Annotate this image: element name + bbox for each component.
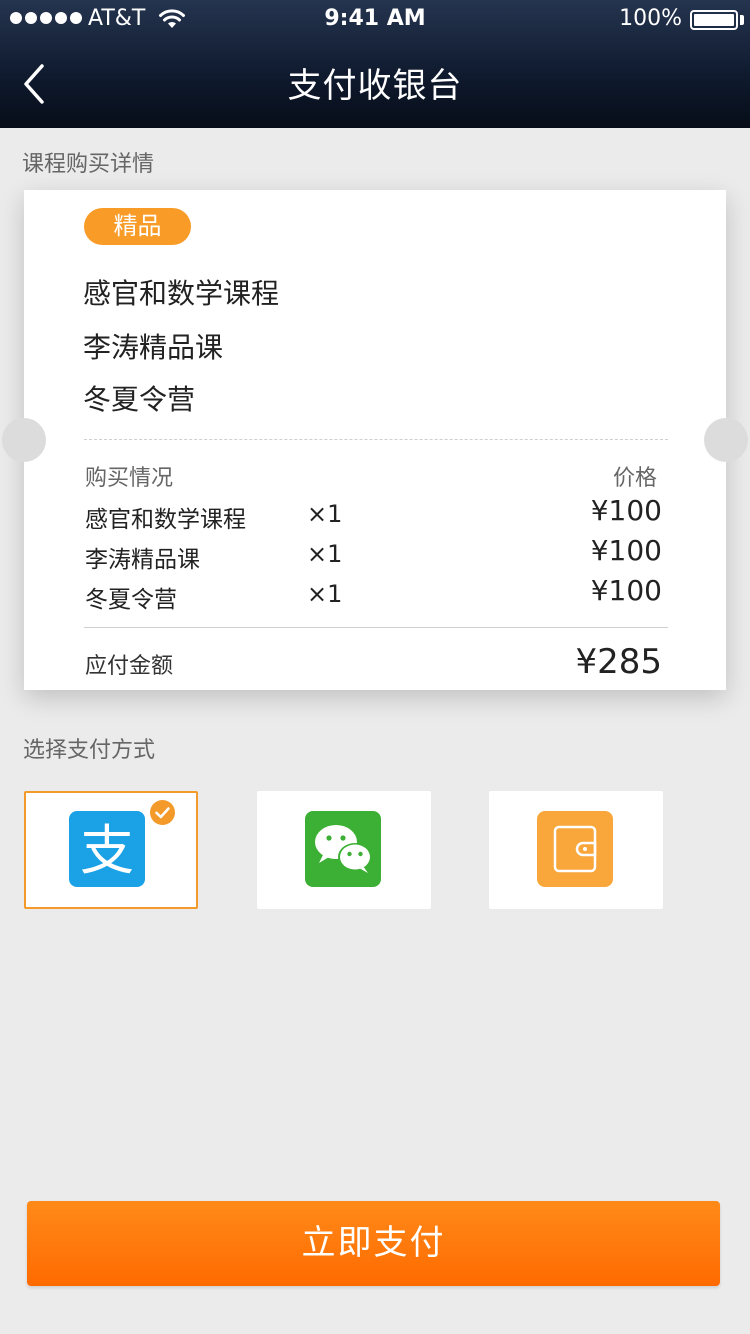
dashed-divider xyxy=(84,439,668,440)
price-column-header: 价格 xyxy=(612,466,657,491)
order-row: 李涛精品课 ×1 ¥100 xyxy=(24,534,726,573)
battery-tip xyxy=(740,15,744,25)
item-name: 感官和数学课程 xyxy=(85,507,246,533)
amount-due-label: 应付金额 xyxy=(85,654,174,679)
course-title: 感官和数学课程 xyxy=(83,277,280,310)
course-title: 冬夏令营 xyxy=(83,383,196,416)
order-row: 冬夏令营 ×1 ¥100 xyxy=(24,574,726,613)
page-title: 支付收银台 xyxy=(287,66,463,106)
course-title: 李涛精品课 xyxy=(83,331,224,364)
item-price: ¥100 xyxy=(590,574,662,607)
order-detail-card: 精品 感官和数学课程 李涛精品课 冬夏令营 购买情况 价格 感官和数学课程 ×1… xyxy=(24,190,726,690)
pay-option-wechat[interactable] xyxy=(257,791,431,909)
pay-now-button[interactable]: 立即支付 xyxy=(27,1201,720,1286)
total-divider xyxy=(84,627,668,628)
app-header: AT&T 9:41 AM 100% 支付收银台 xyxy=(0,0,750,128)
item-name: 李涛精品课 xyxy=(85,547,200,573)
ticket-notch-right xyxy=(704,418,748,462)
payment-method-label: 选择支付方式 xyxy=(23,738,156,763)
pay-option-alipay[interactable]: 支 xyxy=(24,791,198,909)
amount-due-value: ¥285 xyxy=(575,642,662,682)
order-row: 感官和数学课程 ×1 ¥100 xyxy=(24,494,726,533)
svg-text:支: 支 xyxy=(80,819,134,882)
wallet-icon xyxy=(537,811,613,887)
item-quantity: ×1 xyxy=(307,580,343,608)
battery-percent: 100% xyxy=(619,6,682,31)
item-name: 冬夏令营 xyxy=(85,587,177,613)
wechat-pay-icon xyxy=(305,811,381,887)
item-quantity: ×1 xyxy=(307,500,343,528)
alipay-icon: 支 xyxy=(69,811,145,887)
course-details-label: 课程购买详情 xyxy=(22,152,155,177)
pay-option-wallet[interactable] xyxy=(489,791,663,909)
ticket-notch-left xyxy=(2,418,46,462)
selected-check-icon xyxy=(150,800,175,825)
premium-tag: 精品 xyxy=(84,208,191,245)
item-price: ¥100 xyxy=(590,494,662,527)
battery-icon xyxy=(690,10,738,30)
status-bar: AT&T 9:41 AM 100% xyxy=(0,0,750,40)
item-quantity: ×1 xyxy=(307,540,343,568)
item-price: ¥100 xyxy=(590,534,662,567)
purchase-column-header: 购买情况 xyxy=(85,466,174,491)
